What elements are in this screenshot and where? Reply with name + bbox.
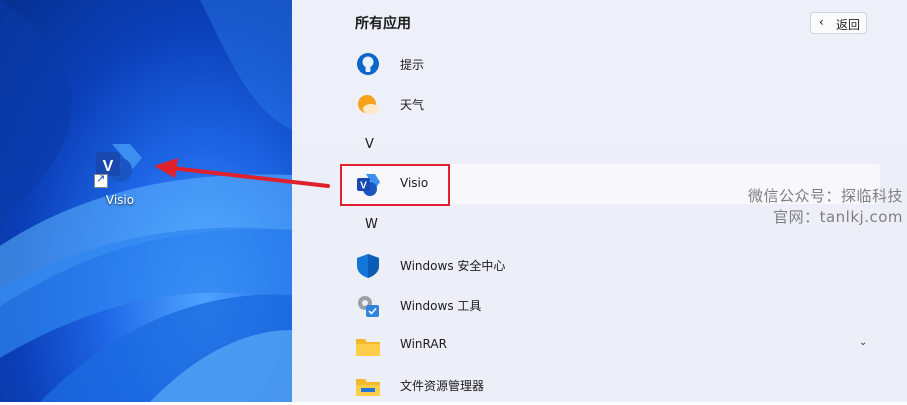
letter-header-v[interactable]: V xyxy=(365,137,374,152)
app-item-label: Windows 安全中心 xyxy=(400,259,506,273)
app-item-label: 提示 xyxy=(400,58,425,72)
desktop-icon-label: Visio xyxy=(105,193,135,207)
chevron-down-icon[interactable]: ⌄ xyxy=(859,337,867,348)
tips-icon xyxy=(357,53,379,75)
annotation-highlight-box xyxy=(340,164,450,206)
shortcut-arrow-icon xyxy=(94,172,108,188)
folder-icon xyxy=(356,339,380,356)
app-item-windows-security[interactable]: Windows 安全中心 xyxy=(342,245,880,285)
desktop: V Visio xyxy=(0,0,292,402)
back-button[interactable]: ‹ 返回 xyxy=(810,12,867,34)
start-menu-all-apps: 所有应用 ‹ 返回 提示 天气 V V Visio W Windows 安全中心… xyxy=(292,0,907,402)
watermark-line-1: 微信公众号：探临科技 xyxy=(747,187,903,205)
app-item-tips[interactable]: 提示 xyxy=(342,44,880,84)
app-item-label: 文件资源管理器 xyxy=(400,379,485,393)
app-item-label: WinRAR xyxy=(400,337,447,351)
app-item-windows-tools[interactable]: Windows 工具 xyxy=(342,285,880,325)
app-item-winrar[interactable]: WinRAR xyxy=(342,325,880,365)
weather-icon xyxy=(358,95,379,114)
app-item-file-explorer[interactable]: 文件资源管理器 xyxy=(342,365,880,405)
app-item-weather[interactable]: 天气 xyxy=(342,84,880,124)
back-label: 返回 xyxy=(836,18,861,32)
app-item-label: 天气 xyxy=(400,98,425,112)
app-item-label: Windows 工具 xyxy=(400,299,482,313)
all-apps-title: 所有应用 xyxy=(355,16,411,32)
desktop-icon-visio[interactable]: V Visio xyxy=(90,140,150,207)
watermark-line-2: 官网：tanlkj.com xyxy=(773,208,903,226)
chevron-left-icon: ‹ xyxy=(819,15,824,29)
file-explorer-icon xyxy=(356,379,380,396)
windows-tools-icon xyxy=(358,296,379,317)
letter-header-w[interactable]: W xyxy=(365,217,378,232)
windows-security-icon xyxy=(357,254,379,278)
